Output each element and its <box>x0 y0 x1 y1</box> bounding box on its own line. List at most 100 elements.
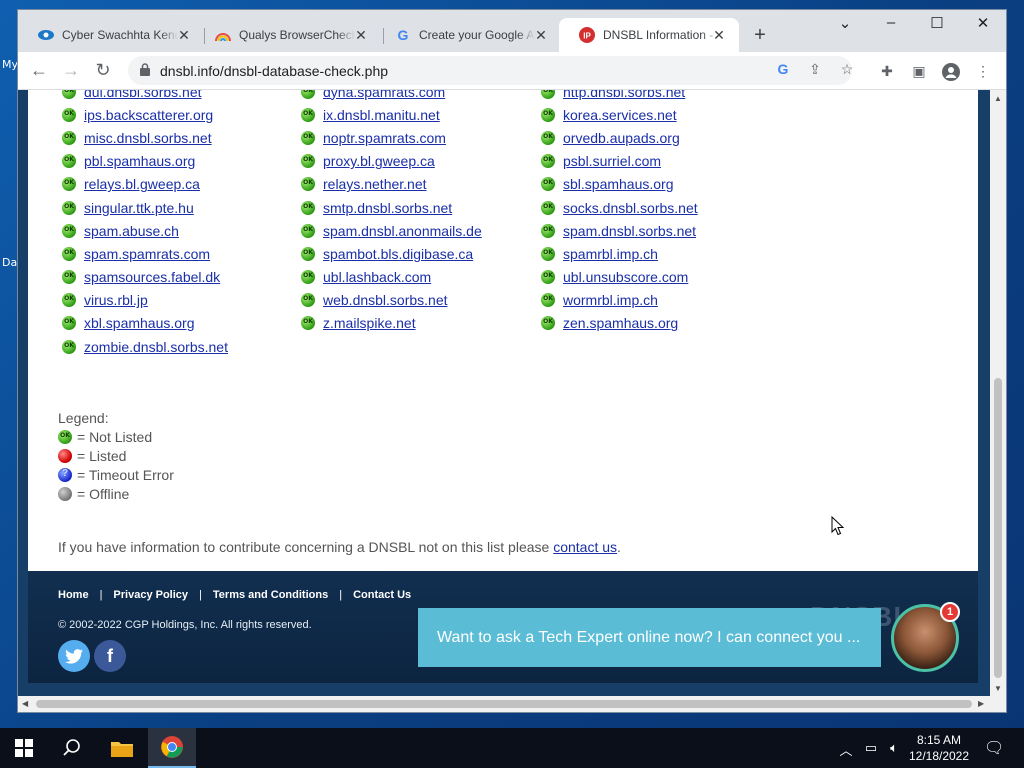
dnsbl-server-link[interactable]: korea.services.net <box>563 107 677 123</box>
share-icon[interactable]: ⇪ <box>805 61 825 78</box>
dnsbl-server-link[interactable]: spam.spamrats.com <box>84 246 210 262</box>
dnsbl-server-link[interactable]: relays.nether.net <box>323 176 427 192</box>
not-listed-status-icon <box>541 246 555 261</box>
horizontal-scrollbar[interactable]: ◀ ▶ <box>18 696 1006 712</box>
browser-menu-icon[interactable]: ⋮ <box>973 63 993 80</box>
dnsbl-server-link[interactable]: virus.rbl.jp <box>84 292 148 308</box>
dnsbl-server-link[interactable]: http.dnsbl.sorbs.net <box>563 90 685 100</box>
taskbar-search-icon[interactable] <box>48 728 96 768</box>
minimize-icon[interactable]: – <box>868 14 914 31</box>
maximize-icon[interactable]: ☐ <box>914 14 960 32</box>
dnsbl-list-item: sbl.spamhaus.org <box>541 173 698 196</box>
close-window-icon[interactable]: ✕ <box>960 14 1006 32</box>
scroll-right-icon[interactable]: ▶ <box>978 699 984 708</box>
dnsbl-server-link[interactable]: ix.dnsbl.manitu.net <box>323 107 440 123</box>
dnsbl-server-link[interactable]: xbl.spamhaus.org <box>84 315 195 331</box>
tab-qualys[interactable]: Qualys BrowserCheck ✕ <box>195 18 381 52</box>
profile-avatar-icon[interactable] <box>941 63 961 84</box>
dnsbl-list-item: relays.bl.gweep.ca <box>62 173 228 196</box>
dnsbl-server-link[interactable]: wormrbl.imp.ch <box>563 292 658 308</box>
reload-icon[interactable]: ↻ <box>92 60 114 81</box>
not-listed-status-icon <box>301 154 315 169</box>
twitter-icon[interactable] <box>58 640 90 672</box>
file-explorer-icon[interactable] <box>98 728 146 768</box>
system-clock[interactable]: 8:15 AM 12/18/2022 <box>905 732 973 764</box>
tab-close-icon[interactable]: ✕ <box>176 27 192 44</box>
facebook-icon[interactable]: f <box>94 640 126 672</box>
dnsbl-server-link[interactable]: dyna.spamrats.com <box>323 90 445 100</box>
dnsbl-server-link[interactable]: spam.dnsbl.sorbs.net <box>563 223 696 239</box>
footer-link-home[interactable]: Home <box>58 589 89 601</box>
horizontal-scroll-thumb[interactable] <box>36 700 972 708</box>
notifications-icon[interactable]: 🗨︎ <box>984 738 1004 758</box>
footer-link-contact[interactable]: Contact Us <box>353 589 411 601</box>
address-bar[interactable]: dnsbl.info/dnsbl-database-check.php G ⇪ … <box>128 56 853 85</box>
dnsbl-server-link[interactable]: proxy.bl.gweep.ca <box>323 153 435 169</box>
volume-icon[interactable]: 🔈︎ <box>885 740 903 756</box>
dnsbl-server-link[interactable]: ips.backscatterer.org <box>84 107 213 123</box>
desktop-icon-label[interactable]: Da <box>2 256 17 269</box>
chat-notification-badge[interactable]: 1 <box>940 602 960 622</box>
new-tab-button[interactable]: + <box>748 24 772 47</box>
dnsbl-server-link[interactable]: psbl.surriel.com <box>563 153 661 169</box>
footer-link-terms[interactable]: Terms and Conditions <box>213 589 328 601</box>
dnsbl-server-link[interactable]: smtp.dnsbl.sorbs.net <box>323 200 452 216</box>
bookmark-star-icon[interactable]: ☆ <box>837 61 857 78</box>
dnsbl-server-link[interactable]: noptr.spamrats.com <box>323 130 446 146</box>
tab-search-chevron-icon[interactable]: ⌄ <box>822 14 868 32</box>
tray-chevron-icon[interactable]: ︿ <box>837 740 855 759</box>
dnsbl-server-link[interactable]: spam.abuse.ch <box>84 223 179 239</box>
tab-cyber-swachhta[interactable]: Cyber Swachhta Kendr ✕ <box>18 18 204 52</box>
chrome-taskbar-icon[interactable] <box>148 728 196 768</box>
url-text[interactable]: dnsbl.info/dnsbl-database-check.php <box>160 63 388 79</box>
side-panel-icon[interactable]: ▣ <box>909 63 929 80</box>
dnsbl-server-link[interactable]: ubl.unsubscore.com <box>563 269 688 285</box>
dnsbl-server-link[interactable]: dul.dnsbl.sorbs.net <box>84 90 202 100</box>
dnsbl-server-link[interactable]: spamsources.fabel.dk <box>84 269 220 285</box>
scroll-left-icon[interactable]: ◀ <box>22 699 28 708</box>
start-windows-icon[interactable] <box>0 728 48 768</box>
dnsbl-server-link[interactable]: ubl.lashback.com <box>323 269 431 285</box>
network-icon[interactable]: ▭ <box>862 740 880 756</box>
dnsbl-server-link[interactable]: spamrbl.imp.ch <box>563 246 658 262</box>
dnsbl-list-item: proxy.bl.gweep.ca <box>301 150 482 173</box>
lock-icon[interactable] <box>140 63 150 81</box>
not-listed-status-icon <box>62 154 76 169</box>
dnsbl-favicon-icon: IP <box>579 27 595 43</box>
dnsbl-server-link[interactable]: sbl.spamhaus.org <box>563 176 674 192</box>
dnsbl-server-link[interactable]: zombie.dnsbl.sorbs.net <box>84 339 228 355</box>
dnsbl-list-item: spamsources.fabel.dk <box>62 266 228 289</box>
vertical-scrollbar[interactable]: ▲ ▼ <box>990 90 1006 696</box>
dnsbl-server-link[interactable]: orvedb.aupads.org <box>563 130 680 146</box>
back-arrow-icon[interactable]: ← <box>28 60 50 81</box>
tab-close-icon[interactable]: ✕ <box>353 27 369 44</box>
listed-status-icon <box>58 448 72 463</box>
scroll-up-icon[interactable]: ▲ <box>994 94 1002 103</box>
tab-google-account[interactable]: G Create your Google A ✕ <box>375 18 561 52</box>
extensions-puzzle-icon[interactable]: ✚ <box>877 63 897 80</box>
dnsbl-server-link[interactable]: spam.dnsbl.anonmails.de <box>323 223 482 239</box>
dnsbl-server-link[interactable]: pbl.spamhaus.org <box>84 153 195 169</box>
dnsbl-server-link[interactable]: relays.bl.gweep.ca <box>84 176 200 192</box>
chat-message[interactable]: Want to ask a Tech Expert online now? I … <box>437 629 860 647</box>
dnsbl-server-link[interactable]: misc.dnsbl.sorbs.net <box>84 130 212 146</box>
tab-close-icon[interactable]: ✕ <box>711 27 727 44</box>
clock-date: 12/18/2022 <box>908 749 970 763</box>
dnsbl-list-item: spam.dnsbl.sorbs.net <box>541 219 698 242</box>
contact-us-link[interactable]: contact us <box>553 539 617 555</box>
tab-dnsbl-active[interactable]: IP DNSBL Information - ✕ <box>559 18 739 52</box>
forward-arrow-icon[interactable]: → <box>60 60 82 81</box>
vertical-scroll-thumb[interactable] <box>994 378 1002 678</box>
dnsbl-server-link[interactable]: z.mailspike.net <box>323 315 416 331</box>
dnsbl-server-link[interactable]: socks.dnsbl.sorbs.net <box>563 200 698 216</box>
footer-link-privacy[interactable]: Privacy Policy <box>113 589 188 601</box>
chat-prompt-bubble[interactable]: Want to ask a Tech Expert online now? I … <box>418 608 881 667</box>
dnsbl-server-link[interactable]: singular.ttk.pte.hu <box>84 200 194 216</box>
dnsbl-server-link[interactable]: zen.spamhaus.org <box>563 315 678 331</box>
dnsbl-server-link[interactable]: spambot.bls.digibase.ca <box>323 246 473 262</box>
tab-close-icon[interactable]: ✕ <box>533 27 549 44</box>
scroll-down-icon[interactable]: ▼ <box>994 684 1002 693</box>
dnsbl-server-link[interactable]: web.dnsbl.sorbs.net <box>323 292 448 308</box>
google-translate-icon[interactable]: G <box>773 61 793 77</box>
desktop-icon-label[interactable]: My <box>2 58 18 71</box>
